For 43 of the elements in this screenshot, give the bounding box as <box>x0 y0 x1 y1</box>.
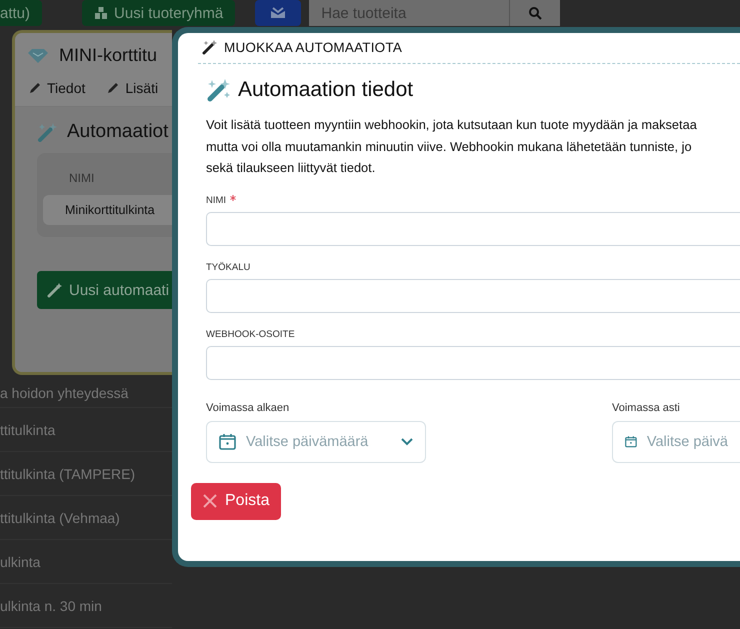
search-button[interactable] <box>509 0 560 26</box>
dialog-title: MUOKKAA AUTOMAATIOTA <box>224 40 402 54</box>
field-label: Voimassa alkaen <box>206 402 290 414</box>
section-title: Automaatiot <box>67 121 168 143</box>
field-label: NIMI <box>206 194 226 206</box>
calendar-icon <box>219 433 236 450</box>
column-header: NIMI <box>68 170 96 187</box>
box-icon <box>269 6 288 20</box>
text-input[interactable] <box>206 278 740 312</box>
description-text: mutta voi olla muutamankin minuutin viive. Webhookin mukana lähetetään tunniste, jo <box>206 138 693 156</box>
tab[interactable]: Lisäti <box>107 80 158 96</box>
date-picker[interactable]: Valitse päivä <box>612 420 740 462</box>
search-icon <box>528 6 542 20</box>
close-icon <box>203 494 217 508</box>
pen-icon <box>107 82 120 94</box>
modal-title: MINI-korttitu <box>59 45 158 66</box>
diamond-icon <box>27 48 49 64</box>
icon-button[interactable] <box>255 0 302 26</box>
field-label: Voimassa asti <box>612 402 681 414</box>
save-button[interactable]: attu) <box>0 0 42 26</box>
text-input[interactable] <box>206 212 740 246</box>
field-label: WEBHOOK-OSOITE <box>206 328 295 340</box>
product-row[interactable]: ulkinta n. 30 min <box>0 584 172 628</box>
pen-icon <box>29 82 41 94</box>
new-group-button[interactable]: Uusi tuoteryhmä <box>82 0 236 26</box>
magic-wand-icon <box>47 282 63 298</box>
tab[interactable]: Tiedot <box>29 80 86 96</box>
product-row[interactable]: ulkinta <box>0 540 172 584</box>
table-row[interactable]: Minikorttitulkinta <box>43 195 172 225</box>
magic-wand-icon <box>202 39 218 55</box>
date-picker[interactable]: Valitse päivämäärä <box>206 420 426 462</box>
new-automation-button[interactable]: Uusi automaati <box>37 271 172 309</box>
description-text: Voit lisätä tuotteen myyntiin webhookin, jota kutsutaan kun tuote myydään ja maksetaa <box>206 116 698 134</box>
description-text: sekä tilaukseen liittyvät tiedot. <box>206 159 376 177</box>
magic-wand-icon <box>206 78 232 102</box>
text-input[interactable] <box>206 346 740 380</box>
delete-button[interactable]: Poista <box>191 482 282 520</box>
chevron-down-icon <box>401 438 413 446</box>
required-asterisk-icon <box>230 194 236 200</box>
boxes-icon <box>94 6 108 20</box>
section-heading: Automaation tiedot <box>238 78 414 102</box>
magic-wand-icon <box>37 122 59 142</box>
field-label: TYÖKALU <box>206 262 250 272</box>
